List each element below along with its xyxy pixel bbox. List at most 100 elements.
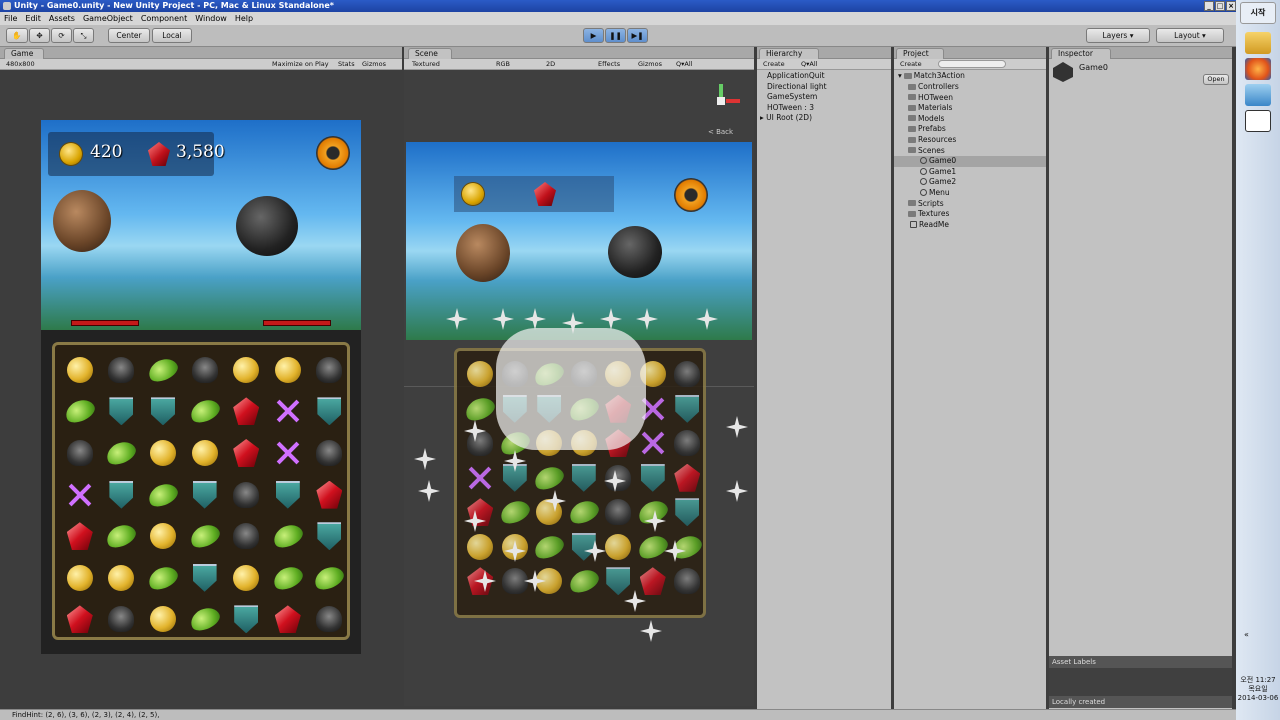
- board-cell[interactable]: [531, 530, 568, 565]
- board-cell[interactable]: [601, 530, 636, 565]
- board-cell[interactable]: [101, 432, 143, 474]
- board-cell[interactable]: [670, 357, 705, 392]
- step-button[interactable]: ▶❚: [627, 28, 648, 43]
- board-cell[interactable]: [59, 391, 101, 433]
- board-cell[interactable]: [463, 461, 498, 496]
- board-cell[interactable]: [267, 391, 309, 433]
- board-cell[interactable]: [309, 432, 351, 474]
- board-cell[interactable]: [601, 461, 636, 496]
- board-cell[interactable]: [142, 432, 184, 474]
- console-status-text[interactable]: FindHint: (2, 6), (3, 6), (2, 3), (2, 4)…: [12, 711, 159, 719]
- board-cell[interactable]: [184, 391, 226, 433]
- board-cell[interactable]: [101, 349, 143, 391]
- board-cell[interactable]: [601, 564, 636, 599]
- board-cell[interactable]: [309, 515, 351, 557]
- scene-orientation-gizmo[interactable]: [704, 84, 740, 118]
- taskbar-expand-icon[interactable]: «: [1244, 630, 1249, 639]
- board-cell[interactable]: [101, 474, 143, 516]
- board-cell[interactable]: [463, 530, 498, 565]
- board-cell[interactable]: [670, 426, 705, 461]
- minimize-icon[interactable]: _: [1204, 1, 1214, 11]
- app-icon[interactable]: [1245, 84, 1271, 106]
- hierarchy-item[interactable]: Directional light: [767, 82, 827, 91]
- board-cell[interactable]: [225, 557, 267, 599]
- project-file[interactable]: ReadMe: [910, 220, 949, 229]
- board-cell[interactable]: [101, 391, 143, 433]
- board-cell[interactable]: [267, 599, 309, 641]
- board-cell[interactable]: [309, 391, 351, 433]
- board-cell[interactable]: [184, 349, 226, 391]
- pivot-center-button[interactable]: Center: [108, 28, 150, 43]
- move-tool-icon[interactable]: ✥: [29, 28, 50, 43]
- hierarchy-item[interactable]: ▸ UI Root (2D): [760, 113, 812, 122]
- render-mode-dropdown[interactable]: RGB: [496, 59, 510, 69]
- board-cell[interactable]: [267, 474, 309, 516]
- board-cell[interactable]: [101, 599, 143, 641]
- board-cell[interactable]: [670, 392, 705, 427]
- menu-component[interactable]: Component: [141, 14, 187, 23]
- scene-search-input[interactable]: Q▾All: [676, 59, 692, 69]
- board-cell[interactable]: [267, 557, 309, 599]
- tab-game[interactable]: Game: [4, 48, 44, 59]
- project-scene[interactable]: Game2: [920, 177, 956, 186]
- board-cell[interactable]: [462, 392, 499, 427]
- layout-dropdown[interactable]: Layout ▾: [1156, 28, 1224, 43]
- project-folder[interactable]: Scripts: [908, 199, 944, 208]
- board-cell[interactable]: [225, 391, 267, 433]
- board-cell[interactable]: [101, 515, 143, 557]
- board-cell[interactable]: [567, 461, 602, 496]
- game-gizmos-toggle[interactable]: Gizmos: [362, 59, 386, 69]
- menu-gameobject[interactable]: GameObject: [83, 14, 133, 23]
- project-folder[interactable]: Controllers: [908, 82, 959, 91]
- project-search-input[interactable]: [938, 60, 1006, 68]
- board-cell[interactable]: [565, 495, 602, 530]
- pause-button[interactable]: ❚❚: [605, 28, 626, 43]
- board-cell[interactable]: [267, 349, 309, 391]
- aspect-dropdown[interactable]: 480x800: [6, 59, 35, 69]
- board-cell[interactable]: [142, 391, 184, 433]
- pivot-local-button[interactable]: Local: [152, 28, 192, 43]
- project-create-dropdown[interactable]: Create: [900, 59, 922, 69]
- scene-view[interactable]: < Back: [404, 70, 754, 706]
- game-view[interactable]: 420 3,580: [41, 120, 361, 654]
- scene-gizmos-dropdown[interactable]: Gizmos: [638, 59, 662, 69]
- board-cell[interactable]: [670, 564, 705, 599]
- menu-help[interactable]: Help: [235, 14, 253, 23]
- board-cell[interactable]: [59, 599, 101, 641]
- project-folder[interactable]: Resources: [908, 135, 956, 144]
- board-cell[interactable]: [225, 432, 267, 474]
- start-button[interactable]: 시작: [1240, 2, 1276, 24]
- board-cell[interactable]: [309, 557, 351, 599]
- maximize-on-play-toggle[interactable]: Maximize on Play: [272, 59, 329, 69]
- board-cell[interactable]: [184, 432, 226, 474]
- shading-dropdown[interactable]: Textured: [412, 59, 440, 69]
- board-cell[interactable]: [601, 495, 636, 530]
- firefox-icon[interactable]: [1245, 58, 1271, 80]
- tab-inspector[interactable]: Inspector: [1051, 48, 1111, 59]
- board-cell[interactable]: [267, 432, 309, 474]
- close-icon[interactable]: ×: [1226, 1, 1236, 11]
- tab-hierarchy[interactable]: Hierarchy: [759, 48, 819, 59]
- board-cell[interactable]: [531, 461, 568, 496]
- board-cell[interactable]: [59, 432, 101, 474]
- board-cell[interactable]: [463, 495, 498, 530]
- board-cell[interactable]: [184, 515, 226, 557]
- project-folder[interactable]: Textures: [908, 209, 949, 218]
- stats-toggle[interactable]: Stats: [338, 59, 355, 69]
- asset-labels-area[interactable]: [1049, 668, 1232, 696]
- board-cell[interactable]: [142, 349, 184, 391]
- board-cell[interactable]: [670, 495, 705, 530]
- layers-dropdown[interactable]: Layers ▾: [1086, 28, 1150, 43]
- scale-tool-icon[interactable]: ⤡: [73, 28, 94, 43]
- explorer-folder-icon[interactable]: [1245, 32, 1271, 54]
- board-cell[interactable]: [634, 495, 671, 530]
- board-cell[interactable]: [142, 515, 184, 557]
- board-cell[interactable]: [636, 426, 671, 461]
- board-cell[interactable]: [225, 599, 267, 641]
- effects-dropdown[interactable]: Effects: [598, 59, 620, 69]
- board-cell[interactable]: [59, 349, 101, 391]
- open-button[interactable]: Open: [1203, 74, 1229, 85]
- hierarchy-search-input[interactable]: Q▾All: [801, 59, 817, 69]
- board-cell[interactable]: [463, 357, 498, 392]
- menu-edit[interactable]: Edit: [25, 14, 41, 23]
